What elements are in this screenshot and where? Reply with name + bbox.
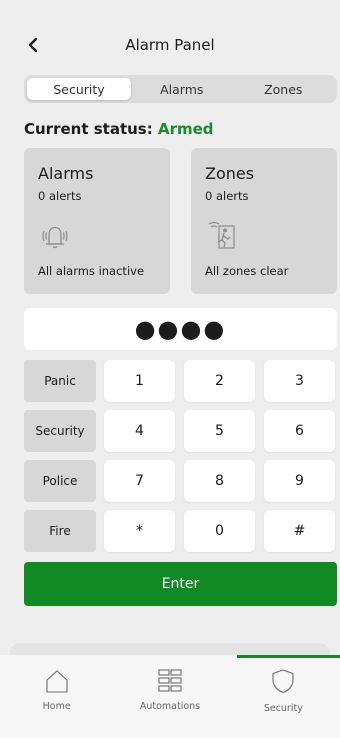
tab-zones[interactable]: Zones — [233, 78, 335, 100]
alarms-card[interactable]: Alarms 0 alerts All alarms inactive — [24, 148, 170, 294]
bottom-nav: Home Automations Security — [0, 655, 340, 738]
nav-automations-label: Automations — [139, 701, 201, 712]
nav-home-label: Home — [42, 701, 71, 712]
nav-automations[interactable]: Automations — [113, 655, 226, 738]
keypad: Panic 1 2 3 Security 4 5 6 Police 7 8 9 … — [24, 360, 337, 560]
page-title: Alarm Panel — [125, 36, 215, 54]
police-button[interactable]: Police — [24, 460, 96, 502]
alarms-card-footer: All alarms inactive — [38, 264, 145, 278]
pin-display: ●●●● — [24, 308, 337, 350]
current-status: Current status: Armed — [24, 120, 214, 138]
keypad-row: Police 7 8 9 — [24, 460, 337, 502]
grid-icon — [158, 669, 182, 692]
zones-card[interactable]: Zones 0 alerts All zones clear — [191, 148, 337, 294]
status-value: Armed — [157, 120, 214, 138]
nav-security-label: Security — [263, 703, 303, 714]
key-8[interactable]: 8 — [184, 460, 255, 502]
key-star[interactable]: * — [104, 510, 175, 552]
key-4[interactable]: 4 — [104, 410, 175, 452]
shield-icon — [272, 669, 294, 694]
zones-card-footer: All zones clear — [205, 264, 289, 278]
key-1[interactable]: 1 — [104, 360, 175, 402]
enter-button[interactable]: Enter — [24, 562, 337, 606]
alarms-card-title: Alarms — [38, 164, 94, 183]
nav-home[interactable]: Home — [0, 655, 113, 738]
app-header: Alarm Panel — [0, 0, 340, 72]
home-icon — [46, 670, 68, 693]
key-0[interactable]: 0 — [184, 510, 255, 552]
zones-card-count: 0 alerts — [205, 189, 249, 203]
keypad-row: Fire * 0 # — [24, 510, 337, 552]
key-7[interactable]: 7 — [104, 460, 175, 502]
keypad-row: Panic 1 2 3 — [24, 360, 337, 402]
key-hash[interactable]: # — [264, 510, 335, 552]
key-9[interactable]: 9 — [264, 460, 335, 502]
tab-security[interactable]: Security — [27, 78, 131, 100]
fire-button[interactable]: Fire — [24, 510, 96, 552]
key-2[interactable]: 2 — [184, 360, 255, 402]
status-label: Current status: — [24, 120, 153, 138]
key-3[interactable]: 3 — [264, 360, 335, 402]
motion-sensor-icon — [208, 221, 235, 249]
active-tab-indicator — [237, 655, 340, 658]
tab-alarms[interactable]: Alarms — [131, 78, 233, 100]
segment-tabs: Security Alarms Zones — [24, 75, 337, 103]
key-5[interactable]: 5 — [184, 410, 255, 452]
security-button[interactable]: Security — [24, 410, 96, 452]
keypad-row: Security 4 5 6 — [24, 410, 337, 452]
nav-security[interactable]: Security — [227, 655, 340, 738]
key-6[interactable]: 6 — [264, 410, 335, 452]
bell-ringing-icon — [42, 226, 68, 249]
panic-button[interactable]: Panic — [24, 360, 96, 402]
alarms-card-count: 0 alerts — [38, 189, 82, 203]
zones-card-title: Zones — [205, 164, 255, 183]
